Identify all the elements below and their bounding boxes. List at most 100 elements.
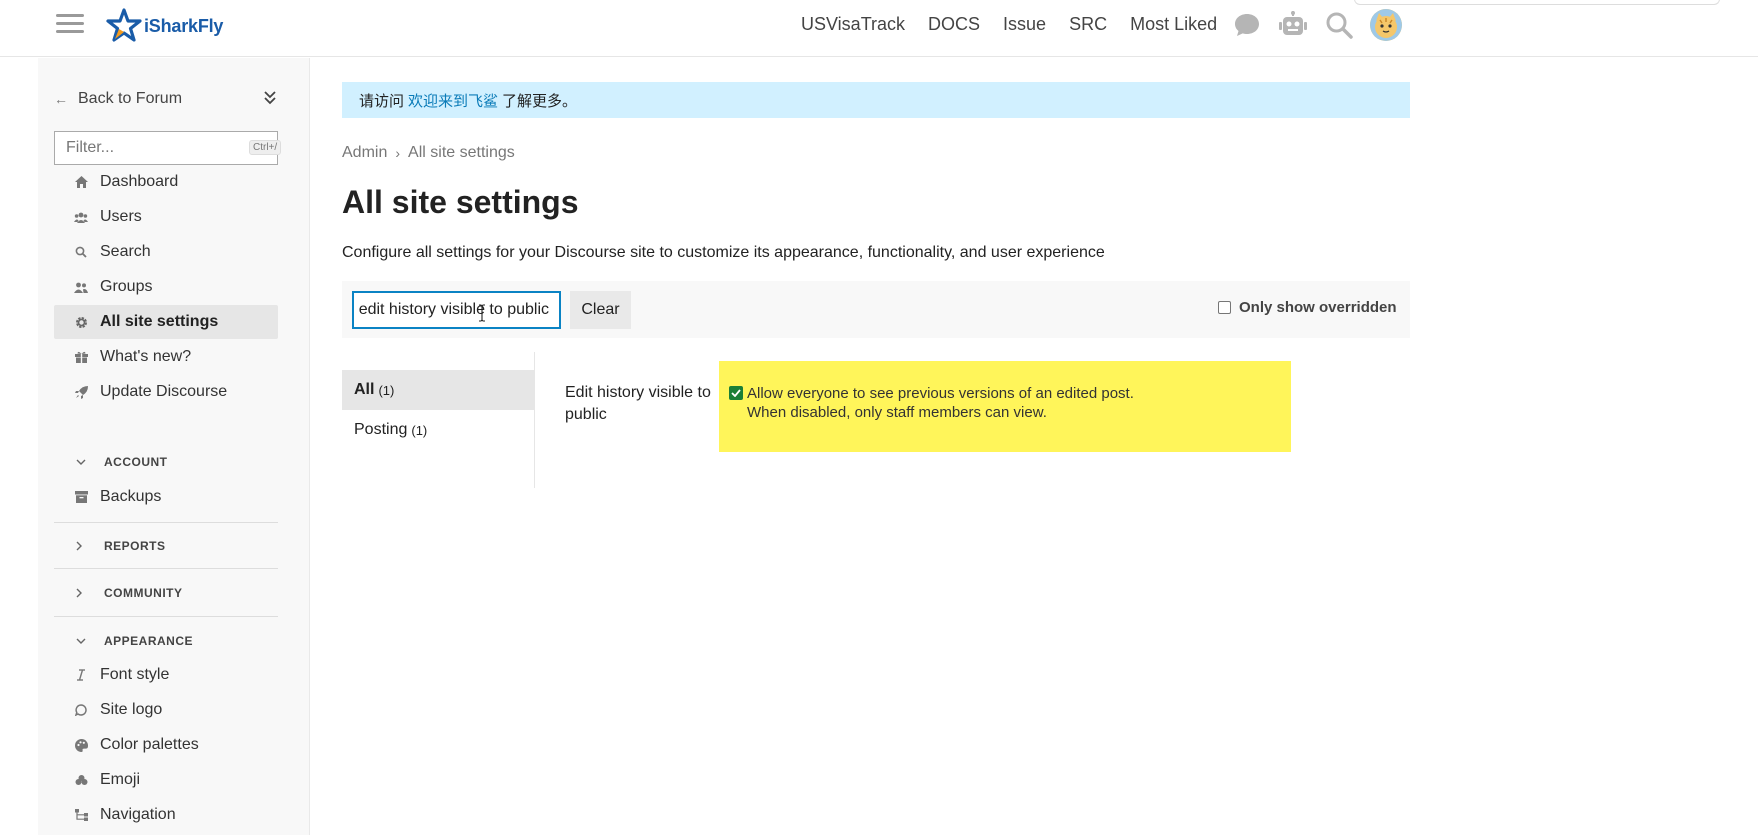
sidebar-item-label: Backups	[100, 488, 162, 505]
rocket-icon	[74, 385, 88, 399]
section-label-account: ACCOUNT	[104, 455, 168, 469]
users-icon	[74, 210, 88, 224]
section-toggle-reports[interactable]: REPORTS	[54, 531, 278, 561]
section-toggle-community[interactable]: COMMUNITY	[54, 578, 278, 608]
sitemap-icon	[74, 808, 88, 822]
notice-suffix: 了解更多。	[502, 92, 578, 110]
logo-text: iSharkFly	[144, 15, 224, 36]
clear-button[interactable]: Clear	[570, 291, 631, 329]
section-label-appearance: APPEARANCE	[104, 634, 194, 648]
nav-link-docs[interactable]: DOCS	[928, 14, 980, 35]
category-label: All	[354, 381, 375, 398]
sidebar-item-dashboard[interactable]: Dashboard	[54, 165, 278, 199]
hamburger-menu-icon[interactable]	[56, 12, 84, 36]
setting-label: Edit history visible to public	[565, 384, 711, 423]
section-toggle-account[interactable]: ACCOUNT	[54, 447, 278, 477]
filter-shortcut-hint: Ctrl+/	[249, 140, 282, 155]
sidebar-item-navigation[interactable]: Navigation	[54, 798, 278, 832]
settings-search-input[interactable]: edit history visible to public	[359, 293, 549, 327]
sidebar-divider	[54, 568, 278, 569]
notice-link[interactable]: 欢迎来到飞鲨	[408, 90, 498, 111]
breadcrumb-admin[interactable]: Admin	[342, 144, 387, 162]
sidebar-item-search[interactable]: Search	[54, 235, 278, 269]
category-all[interactable]: All (1)	[342, 370, 534, 410]
section-label-community: COMMUNITY	[104, 586, 183, 600]
emoji-icon	[74, 773, 88, 787]
groups-icon	[74, 280, 88, 294]
user-avatar[interactable]	[1370, 9, 1402, 41]
sidebar-item-label: All site settings	[100, 313, 219, 330]
robot-icon[interactable]	[1278, 10, 1308, 40]
sidebar-item-label: Font style	[100, 666, 170, 683]
nav-link-issue[interactable]: Issue	[1003, 14, 1046, 35]
chevron-down-icon	[76, 459, 88, 465]
search-icon[interactable]	[1324, 10, 1354, 40]
italic-icon	[74, 668, 88, 682]
sidebar-item-site-logo[interactable]: Site logo	[54, 693, 278, 727]
category-label: Posting	[354, 421, 408, 438]
sidebar-item-color-palettes[interactable]: Color palettes	[54, 728, 278, 762]
sidebar-item-label: Site logo	[100, 701, 163, 718]
category-count: (1)	[378, 382, 395, 398]
settings-category-list: All (1) Posting (1)	[342, 352, 535, 488]
chevron-right-icon	[76, 588, 88, 598]
admin-sidebar: ← Back to Forum Ctrl+/ Dashboard Users S…	[38, 58, 310, 835]
sidebar-item-backups[interactable]: Backups	[54, 480, 278, 514]
nav-link-src[interactable]: SRC	[1069, 14, 1107, 35]
gift-icon	[74, 350, 88, 364]
chat-icon[interactable]	[1232, 10, 1262, 40]
site-logo[interactable]: iSharkFly	[106, 8, 223, 44]
star-logo-icon	[106, 8, 142, 42]
setting-description-line: When disabled, only staff members can vi…	[747, 404, 1047, 421]
section-toggle-appearance[interactable]: APPEARANCE	[54, 626, 278, 656]
nav-link-usvisatrack[interactable]: USVisaTrack	[801, 14, 905, 35]
header-icons	[1232, 9, 1402, 41]
breadcrumb-all-site-settings[interactable]: All site settings	[408, 144, 515, 162]
site-header: iSharkFly USVisaTrack DOCS Issue SRC Mos…	[0, 0, 1758, 57]
breadcrumb: Admin › All site settings	[342, 144, 515, 162]
sidebar-item-label: Navigation	[100, 806, 176, 823]
sidebar-item-label: Groups	[100, 278, 153, 295]
arrow-left-icon: ←	[54, 91, 68, 107]
sidebar-item-users[interactable]: Users	[54, 200, 278, 234]
section-label-reports: REPORTS	[104, 539, 166, 553]
search-icon	[74, 245, 88, 259]
notice-prefix: 请访问	[359, 92, 405, 110]
sidebar-item-label: Search	[100, 243, 151, 260]
back-to-forum-link[interactable]: ← Back to Forum	[54, 90, 182, 108]
sidebar-item-label: Emoji	[100, 771, 141, 788]
chevron-right-icon: ›	[395, 145, 401, 161]
archive-icon	[74, 490, 88, 504]
only-show-overridden-toggle[interactable]: Only show overridden	[1218, 299, 1397, 316]
settings-search-field: edit history visible to public	[352, 291, 561, 329]
sidebar-item-label: Update Discourse	[100, 383, 228, 400]
only-show-overridden-checkbox[interactable]	[1218, 301, 1231, 314]
text-cursor-icon	[479, 304, 485, 322]
nav-link-most-liked[interactable]: Most Liked	[1130, 14, 1217, 35]
checkmark-icon	[731, 389, 741, 397]
sidebar-item-update-discourse[interactable]: Update Discourse	[54, 375, 278, 409]
sidebar-item-groups[interactable]: Groups	[54, 270, 278, 304]
sidebar-item-all-site-settings[interactable]: All site settings	[54, 305, 278, 339]
gear-icon	[74, 315, 88, 329]
collapse-all-icon[interactable]	[260, 88, 280, 108]
settings-filter-bar: edit history visible to public Clear Onl…	[342, 281, 1410, 338]
sidebar-item-label: Color palettes	[100, 736, 199, 753]
sidebar-item-label: Dashboard	[100, 173, 179, 190]
setting-value-highlighted: Allow everyone to see previous versions …	[719, 361, 1291, 452]
only-show-overridden-label: Only show overridden	[1239, 299, 1397, 316]
sidebar-filter-input[interactable]	[55, 132, 225, 164]
top-nav: USVisaTrack DOCS Issue SRC Most Liked	[801, 14, 1240, 35]
chevron-down-icon	[76, 638, 88, 644]
setting-checkbox[interactable]	[729, 386, 743, 400]
sidebar-item-whats-new[interactable]: What's new?	[54, 340, 278, 374]
sidebar-divider	[54, 616, 278, 617]
category-posting[interactable]: Posting (1)	[342, 410, 534, 450]
sidebar-item-font-style[interactable]: Font style	[54, 658, 278, 692]
back-to-forum-label: Back to Forum	[78, 90, 183, 107]
sidebar-item-emoji[interactable]: Emoji	[54, 763, 278, 797]
speech-icon	[74, 703, 88, 717]
category-count: (1)	[411, 422, 428, 438]
setting-description: Allow everyone to see previous versions …	[747, 384, 1134, 422]
setting-description-line: Allow everyone to see previous versions …	[747, 385, 1134, 402]
